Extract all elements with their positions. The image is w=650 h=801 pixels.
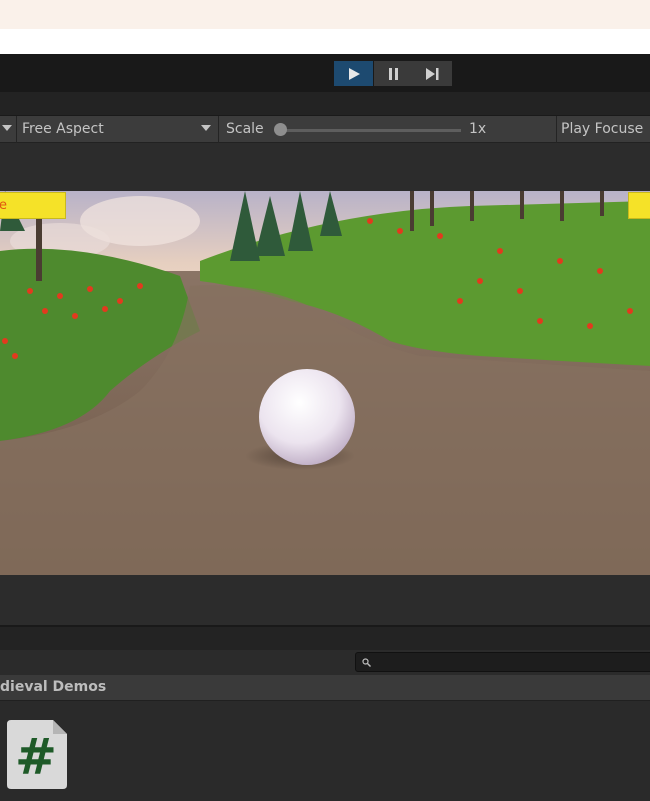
project-panel-header xyxy=(0,625,650,650)
search-icon xyxy=(362,658,371,667)
scale-slider-track[interactable] xyxy=(282,129,461,132)
game-tab-strip xyxy=(0,92,650,116)
window-top-bar xyxy=(0,29,650,54)
csharp-script-icon: # xyxy=(7,720,67,789)
scale-value: 1x xyxy=(469,121,487,137)
play-button[interactable] xyxy=(334,61,373,86)
script-glyph: # xyxy=(15,728,57,786)
play-icon xyxy=(348,67,360,80)
overlay-left-button-label: e xyxy=(0,198,7,213)
overlay-left-button[interactable]: e xyxy=(0,192,66,219)
aspect-dropdown-label: Free Aspect xyxy=(22,121,104,137)
project-asset-grid xyxy=(0,701,650,801)
pause-button[interactable] xyxy=(374,61,413,86)
chevron-down-icon xyxy=(201,125,211,131)
play-focused-dropdown[interactable]: Play Focuse xyxy=(561,121,643,137)
window-top-strip xyxy=(0,0,650,29)
breadcrumb[interactable]: dieval Demos xyxy=(0,679,106,695)
csharp-script-asset[interactable]: # xyxy=(7,720,67,789)
overlay-right-button[interactable] xyxy=(628,192,650,219)
display-dropdown-arrow-icon[interactable] xyxy=(2,125,12,131)
scale-slider-thumb[interactable] xyxy=(274,123,287,136)
project-search-input[interactable] xyxy=(355,652,650,672)
play-toolbar xyxy=(0,54,650,92)
aspect-dropdown[interactable]: Free Aspect xyxy=(17,116,217,143)
game-scene-render[interactable] xyxy=(0,191,650,575)
step-button[interactable] xyxy=(413,61,452,86)
scale-label: Scale xyxy=(226,121,264,137)
step-icon xyxy=(426,67,439,80)
scene-image xyxy=(0,191,650,575)
pause-icon xyxy=(389,67,398,80)
